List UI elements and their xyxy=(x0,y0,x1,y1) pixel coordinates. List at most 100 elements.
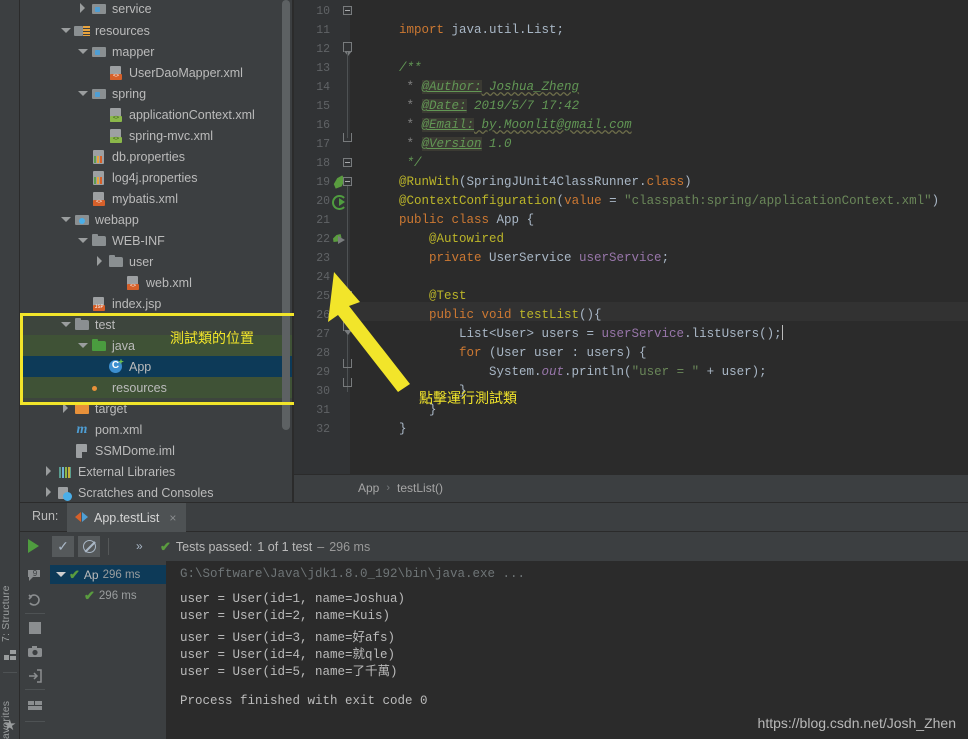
fold-marker-import[interactable] xyxy=(343,6,352,15)
test-status-dash: – xyxy=(317,540,325,554)
chevron-down-icon[interactable] xyxy=(60,214,71,225)
test-results-tree[interactable]: ✔ Ap 296 ms ✔ 296 ms xyxy=(50,561,166,739)
tree-item-web-xml[interactable]: <> web.xml xyxy=(20,272,293,293)
project-tree-scrollbar[interactable] xyxy=(282,0,290,430)
run-tab-app-testlist[interactable]: App.testList × xyxy=(67,503,187,532)
close-icon[interactable]: × xyxy=(169,511,176,525)
tool-structure-label: 7: Structure xyxy=(0,585,12,642)
xml-spring-icon: <> xyxy=(108,128,124,144)
pkg-icon xyxy=(91,86,107,102)
tree-item-label: Scratches and Consoles xyxy=(78,485,214,500)
tree-item-mybatis-xml[interactable]: <> mybatis.xml xyxy=(20,188,293,209)
line-number: 14 xyxy=(316,81,330,94)
test-tree-row-class[interactable]: ✔ Ap 296 ms xyxy=(50,565,166,584)
annotation-text-run-test: 點擊運行測試類 xyxy=(419,391,517,407)
console-line: user = User(id=5, name=了千萬) xyxy=(180,665,398,679)
xml-tag-mark: <> xyxy=(129,283,136,289)
tree-item-userdaomapper-xml[interactable]: <> UserDaoMapper.xml xyxy=(20,62,293,83)
fold-marker-method[interactable] xyxy=(343,291,352,300)
line-number: 31 xyxy=(316,404,330,417)
tree-item-service[interactable]: service xyxy=(20,0,293,19)
stop-icon[interactable] xyxy=(26,619,44,637)
tree-item-app[interactable]: App xyxy=(20,356,293,377)
folder-icon xyxy=(108,254,124,270)
line-number: 20 xyxy=(316,195,330,208)
tree-item-external-libraries[interactable]: External Libraries xyxy=(20,461,293,482)
show-passed-toggle[interactable]: ✓ xyxy=(52,536,74,557)
tree-item-spring[interactable]: spring xyxy=(20,83,293,104)
chevron-down-icon[interactable] xyxy=(60,319,71,330)
structure-icon xyxy=(4,650,16,661)
fold-marker-config[interactable] xyxy=(343,177,352,186)
chevron-right-icon[interactable] xyxy=(43,466,54,477)
tree-item-web-inf[interactable]: WEB-INF xyxy=(20,230,293,251)
chevron-down-icon[interactable] xyxy=(60,25,71,36)
chevron-right-icon[interactable] xyxy=(60,403,71,414)
rerun-failed-icon[interactable]: 9 xyxy=(26,567,44,585)
code-sysout-suffix: + user); xyxy=(699,365,767,379)
code-ctx-string: "classpath:spring/applicationContext.xml… xyxy=(624,194,932,208)
chevron-down-icon[interactable] xyxy=(77,88,88,99)
test-tree-row-method[interactable]: ✔ 296 ms xyxy=(50,586,166,605)
tree-item-index-jsp[interactable]: JSP index.jsp xyxy=(20,293,293,314)
layout-icon[interactable] xyxy=(26,697,44,715)
tree-item-applicationcontext-xml[interactable]: <> applicationContext.xml xyxy=(20,104,293,125)
fold-marker-javadoc[interactable] xyxy=(343,42,352,56)
chevron-down-icon[interactable] xyxy=(77,46,88,57)
export-icon[interactable] xyxy=(26,667,44,685)
folder-icon xyxy=(91,233,107,249)
rerun-icon[interactable] xyxy=(26,591,44,609)
breadcrumb[interactable]: App › testList() xyxy=(294,474,968,500)
project-tree[interactable]: service resources mapper <> UserDaoMapper.xm… xyxy=(20,0,293,505)
console-output[interactable]: G:\Software\Java\jdk1.8.0_192\bin\java.e… xyxy=(166,561,968,739)
test-pass-icon: ✔ xyxy=(69,566,80,582)
tool-button-structure[interactable]: 7: Structure xyxy=(0,560,20,642)
fold-marker-for[interactable] xyxy=(343,321,352,335)
chevron-down-icon[interactable] xyxy=(77,340,88,351)
tree-item-ssmdome-iml[interactable]: SSMDome.iml xyxy=(20,440,293,461)
breadcrumb-class[interactable]: App xyxy=(358,481,379,495)
chevron-down-icon[interactable] xyxy=(77,235,88,246)
tree-item-webapp[interactable]: webapp xyxy=(20,209,293,230)
tree-item-mapper[interactable]: mapper xyxy=(20,41,293,62)
show-ignored-toggle[interactable] xyxy=(78,536,100,557)
tree-item-log4j-properties[interactable]: log4j.properties xyxy=(20,167,293,188)
chevron-right-icon[interactable] xyxy=(77,3,88,14)
chevron-right-icon[interactable] xyxy=(94,256,105,267)
code-import-rest: java.util.List; xyxy=(444,23,565,37)
mfile-icon: m xyxy=(76,421,88,437)
fold-marker-class[interactable] xyxy=(343,158,352,167)
screenshot-icon[interactable] xyxy=(26,643,44,661)
chevron-right-icon[interactable] xyxy=(43,487,54,498)
tree-item-user[interactable]: user xyxy=(20,251,293,272)
line-number: 21 xyxy=(316,214,330,227)
svg-text:9: 9 xyxy=(33,569,38,578)
line-number: 15 xyxy=(316,100,330,113)
tree-item-label: resources xyxy=(112,380,167,395)
breadcrumb-method[interactable]: testList() xyxy=(397,481,443,495)
test-status-prefix: Tests passed: xyxy=(175,540,253,554)
tree-item-label: index.jsp xyxy=(112,296,162,311)
tree-item-target[interactable]: target xyxy=(20,398,293,419)
tree-item-scratches-and-consoles[interactable]: Scratches and Consoles xyxy=(20,482,293,503)
xml-tag-mark: <> xyxy=(112,73,119,79)
run-class-gutter-icon[interactable] xyxy=(332,194,347,210)
tree-item-resources[interactable]: resources xyxy=(20,20,293,41)
tree-item-pom-xml[interactable]: m pom.xml xyxy=(20,419,293,440)
rerun-button[interactable] xyxy=(28,539,39,553)
tree-item-db-properties[interactable]: db.properties xyxy=(20,146,293,167)
line-number: 30 xyxy=(316,385,330,398)
expand-toolbar-chevron[interactable]: » xyxy=(136,539,143,553)
folder-icon xyxy=(74,317,90,333)
chevron-down-icon[interactable] xyxy=(56,569,67,580)
tree-item-resources[interactable]: resources xyxy=(20,377,293,398)
code-field-semicolon: ; xyxy=(661,251,670,265)
code-text[interactable]: import java.util.List; /** * @Author: Jo… xyxy=(354,0,968,436)
code-editor[interactable]: 10 11 12 13 14 15 16 17 18 19 20 21 22 23 24 25 26 27 28 29… xyxy=(294,0,968,474)
tree-item-spring-mvc-xml[interactable]: <> spring-mvc.xml xyxy=(20,125,293,146)
autowired-bean-icon[interactable] xyxy=(332,232,346,246)
